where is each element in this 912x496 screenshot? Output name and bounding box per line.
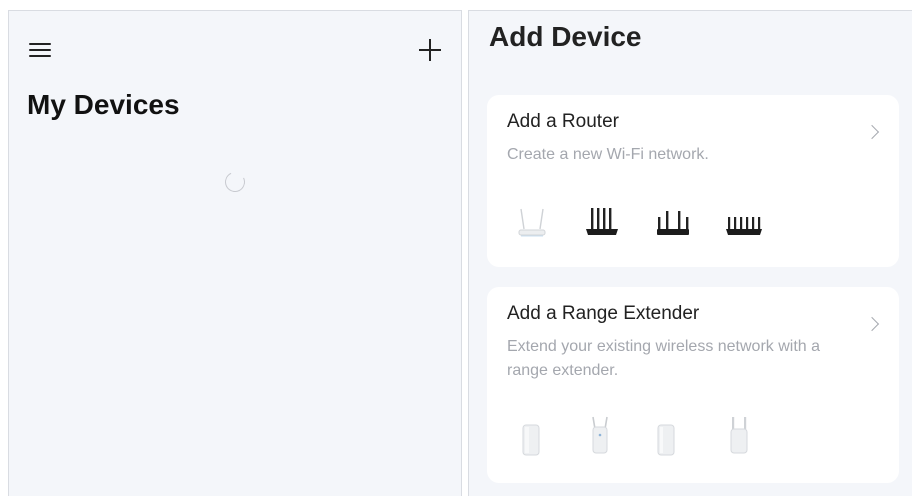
chevron-right-icon bbox=[864, 316, 880, 332]
add-router-card[interactable]: Add a Router Create a new Wi-Fi network. bbox=[487, 95, 899, 267]
loading-spinner-icon bbox=[222, 169, 248, 195]
add-device-title: Add Device bbox=[489, 21, 642, 52]
range-extender-icon bbox=[522, 424, 540, 456]
range-extender-icon bbox=[657, 424, 675, 456]
hamburger-menu-icon[interactable] bbox=[29, 41, 53, 59]
range-extender-icon bbox=[730, 417, 748, 454]
add-device-panel: Add Device Add a Router Create a new Wi-… bbox=[468, 10, 912, 496]
add-device-plus-icon[interactable] bbox=[417, 37, 443, 63]
page-title: My Devices bbox=[27, 89, 180, 120]
my-devices-panel: My Devices bbox=[8, 10, 462, 496]
add-range-extender-title: Add a Range Extender bbox=[507, 303, 700, 324]
chevron-right-icon bbox=[864, 124, 880, 140]
black-router-icon bbox=[657, 211, 689, 235]
black-router-icon bbox=[586, 208, 618, 235]
add-router-title: Add a Router bbox=[507, 111, 619, 132]
add-range-extender-card[interactable]: Add a Range Extender Extend your existin… bbox=[487, 287, 899, 483]
add-range-extender-subtitle: Extend your existing wireless network wi… bbox=[507, 338, 821, 379]
add-router-subtitle: Create a new Wi-Fi network. bbox=[507, 146, 709, 163]
white-router-icon bbox=[518, 208, 546, 237]
black-router-icon bbox=[726, 217, 762, 235]
range-extender-icon bbox=[592, 416, 608, 454]
